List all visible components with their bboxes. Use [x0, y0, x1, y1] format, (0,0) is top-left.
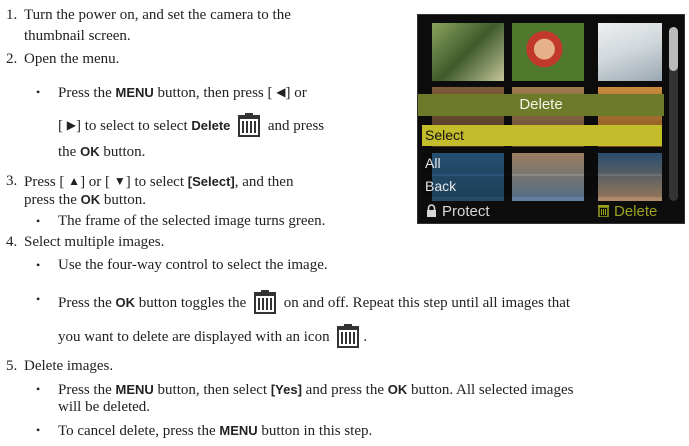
- lcd-menu-title: Delete: [418, 94, 664, 116]
- ok-button-label: OK: [80, 192, 101, 207]
- thumbnail-image: [512, 23, 584, 81]
- select-label: [Select]: [187, 174, 235, 189]
- lock-icon: [426, 201, 437, 223]
- thumbnail-image: [432, 23, 504, 81]
- bullet-text-cont: you want to delete are displayed with an…: [58, 324, 367, 348]
- step-text: Select multiple images.: [24, 234, 165, 250]
- right-arrow-icon: ▶: [66, 118, 76, 132]
- lcd-footer: Protect Delete: [418, 201, 684, 223]
- step-number: 1.: [6, 7, 18, 23]
- ok-button-label: OK: [115, 295, 136, 310]
- trash-can-icon: [252, 290, 278, 314]
- bullet-text-cont: the OK button.: [58, 144, 146, 160]
- lcd-protect-label: Protect: [442, 203, 490, 220]
- lcd-scrollbar-thumb: [669, 27, 678, 71]
- step-number: 3.: [6, 173, 18, 189]
- ok-button-label: OK: [387, 382, 408, 397]
- step-text: Open the menu.: [24, 51, 120, 67]
- menu-button-label: MENU: [115, 85, 154, 100]
- ok-button-label: OK: [80, 144, 100, 159]
- lcd-menu-item-all: All: [422, 153, 662, 174]
- step-text-cont: thumbnail screen.: [24, 28, 131, 44]
- down-arrow-icon: ▼: [113, 174, 126, 188]
- step-text: Turn the power on, and set the camera to…: [24, 7, 291, 23]
- step-number: 4.: [6, 234, 18, 250]
- bullet: •: [36, 85, 41, 99]
- lcd-menu-item-select: Select: [422, 125, 662, 146]
- lcd-menu-item-back: Back: [422, 176, 662, 197]
- yes-label: [Yes]: [270, 382, 302, 397]
- menu-button-label: MENU: [115, 382, 154, 397]
- left-arrow-icon: ◀: [276, 85, 286, 99]
- lcd-delete-label: Delete: [614, 203, 658, 220]
- trash-can-icon: [598, 201, 609, 223]
- menu-button-label: MENU: [219, 423, 258, 438]
- step-number: 5.: [6, 358, 18, 374]
- step-text: Delete images.: [24, 358, 114, 374]
- delete-label: Delete: [191, 118, 231, 133]
- trash-can-icon: [335, 324, 361, 348]
- trash-can-icon: [236, 113, 262, 137]
- bullet-text-cont: will be deleted.: [58, 399, 151, 415]
- manual-page: 1. Turn the power on, and set the camera…: [0, 0, 689, 446]
- step-text-cont: press the OK button.: [24, 192, 146, 208]
- bullet-text-cont: [ ▶] to select to select Delete and pres…: [58, 113, 324, 137]
- thumbnail-image: [598, 23, 662, 81]
- camera-lcd-screenshot: Delete Select All Back Protect Delete: [417, 14, 685, 224]
- step-number: 2.: [6, 51, 18, 67]
- up-arrow-icon: ▲: [68, 174, 81, 188]
